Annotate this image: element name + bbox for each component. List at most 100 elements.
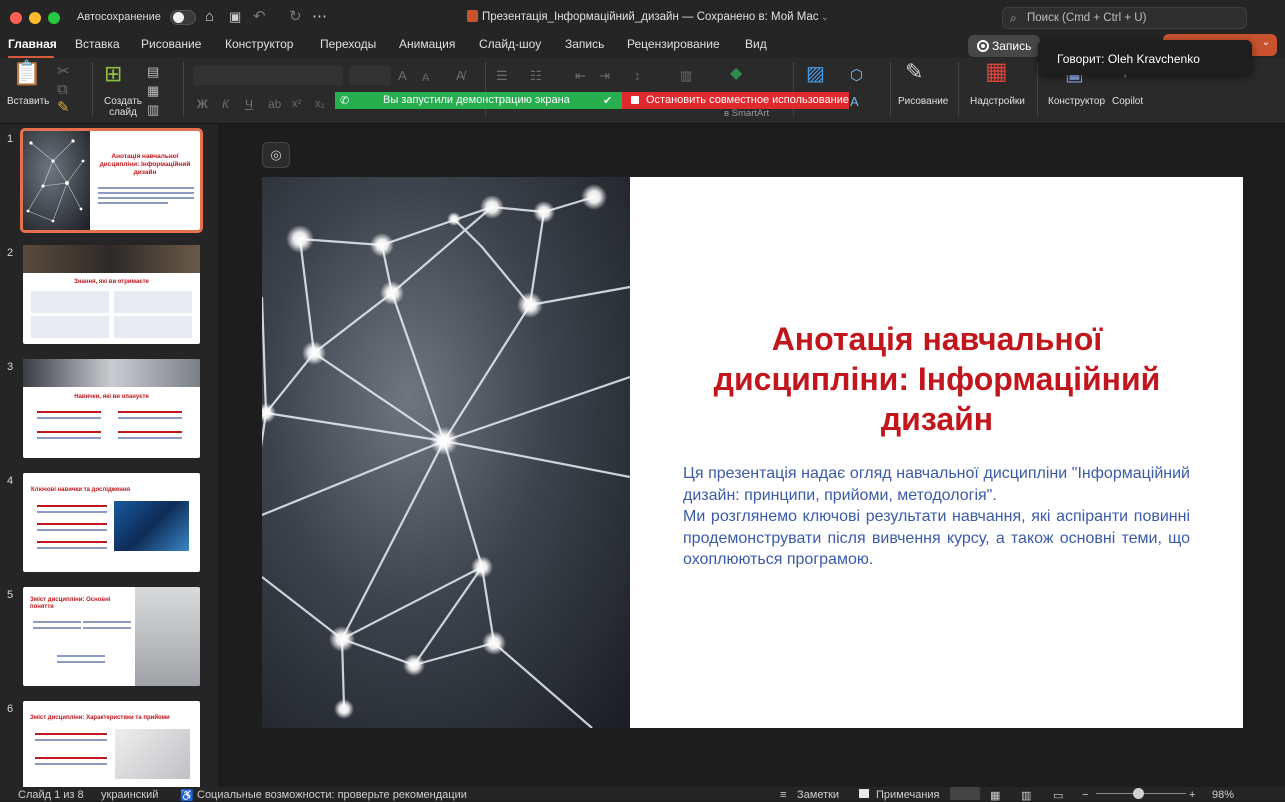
home-icon[interactable]: ⌂ — [205, 8, 214, 26]
addins-label[interactable]: Надстройки — [970, 96, 1025, 107]
search-box[interactable]: ⌕ Поиск (Cmd + Ctrl + U) — [1002, 7, 1247, 29]
underline-icon[interactable]: Ч — [245, 96, 253, 112]
record-button-label: Запись — [992, 39, 1032, 53]
decrease-font-icon[interactable]: A — [422, 70, 429, 86]
tab-record[interactable]: Запись — [565, 37, 604, 51]
stop-sharing-button[interactable]: Остановить совместное использование — [622, 92, 849, 109]
copy-icon[interactable]: ⧉ — [57, 82, 68, 98]
comments-button[interactable]: Примечания — [876, 789, 940, 801]
accessibility-status[interactable]: Социальные возможности: проверьте рекоме… — [197, 789, 467, 801]
ribbon-separator — [183, 62, 184, 116]
stop-sharing-text: Остановить совместное использование — [646, 94, 849, 106]
tab-view[interactable]: Вид — [745, 37, 767, 51]
copilot-suggest-icon[interactable]: ◎ — [262, 142, 290, 168]
zoom-level[interactable]: 98% — [1212, 789, 1234, 801]
addins-icon[interactable]: ▦ — [985, 60, 1008, 84]
drawing-label[interactable]: Рисование — [898, 96, 948, 107]
undo-icon[interactable]: ↶ — [253, 8, 266, 26]
drawing-icon[interactable]: ✎ — [905, 61, 923, 83]
more-icon[interactable]: ⋯ — [312, 8, 327, 26]
screen-share-status[interactable]: ✆ Вы запустили демонстрацию экрана ✔ — [335, 92, 622, 109]
slide-thumbnail-5[interactable]: Зміст дисципліни: Основні поняття — [23, 587, 200, 686]
zoom-in-icon[interactable]: + — [1189, 789, 1195, 801]
zoom-out-icon[interactable]: − — [1082, 789, 1088, 801]
thumbnail-title: Зміст дисципліни: Характеристики та прий… — [30, 715, 170, 721]
layout-icon[interactable]: ▤ — [147, 64, 159, 80]
zoom-slider-thumb[interactable] — [1133, 788, 1144, 799]
picture-icon[interactable]: ▨ — [806, 64, 825, 84]
normal-view-button[interactable] — [950, 787, 980, 800]
columns-icon[interactable]: ▥ — [680, 68, 692, 84]
clear-format-icon[interactable]: A̸ — [456, 68, 465, 84]
chevron-down-icon[interactable]: ⌄ — [818, 12, 829, 22]
notes-button[interactable]: Заметки — [797, 789, 839, 801]
font-size-select[interactable] — [349, 66, 391, 85]
superscript-icon[interactable]: x² — [292, 96, 301, 112]
section-icon[interactable]: ▥ — [147, 102, 159, 118]
language-indicator[interactable]: украинский — [101, 789, 158, 801]
thumbnail-card — [114, 291, 192, 313]
increase-font-icon[interactable]: A — [398, 68, 407, 84]
copilot-label[interactable]: Copilot — [1112, 96, 1143, 107]
smartart-icon[interactable]: ◆ — [730, 66, 742, 82]
slide-thumbnail-4[interactable]: Ключові навички та дослідження — [23, 473, 200, 572]
decrease-indent-icon[interactable]: ⇤ — [575, 68, 586, 84]
slide-sorter-icon[interactable]: ▦ — [990, 789, 1000, 802]
clipboard-icon[interactable]: 📋 — [12, 62, 42, 86]
font-family-select[interactable] — [193, 66, 343, 85]
thumbnail-title: Анотація навчальної дисципліни: Інформац… — [99, 153, 191, 176]
slide-thumbnail-1[interactable]: Анотація навчальної дисципліни: Інформац… — [20, 128, 203, 233]
tab-review[interactable]: Рецензирование — [627, 37, 720, 51]
increase-indent-icon[interactable]: ⇥ — [599, 68, 610, 84]
italic-icon[interactable]: К — [222, 96, 229, 112]
strikethrough-icon[interactable]: ab — [268, 96, 281, 112]
new-slide-label[interactable]: Создать слайд — [101, 96, 145, 118]
paste-label[interactable]: Вставить — [7, 96, 49, 107]
slide-thumbnail-2[interactable]: Знання, які ви отримаєте — [23, 245, 200, 344]
bullets-icon[interactable]: ☰ — [496, 68, 508, 84]
thumbnail-text-line — [35, 757, 107, 759]
cut-icon[interactable]: ✂ — [57, 64, 70, 80]
slide-body-text[interactable]: Ця презентація надає огляд навчальної ди… — [683, 463, 1190, 571]
tab-insert[interactable]: Вставка — [75, 37, 120, 51]
close-window-button[interactable] — [10, 12, 22, 24]
autosave-toggle[interactable] — [170, 10, 196, 25]
bold-icon[interactable]: Ж — [197, 96, 208, 112]
minimize-window-button[interactable] — [29, 12, 41, 24]
line-spacing-icon[interactable]: ↕ — [634, 68, 641, 84]
tab-slideshow[interactable]: Слайд-шоу — [479, 37, 541, 51]
current-slide[interactable]: Анотація навчальної дисципліни: Інформац… — [262, 177, 1243, 728]
subscript-icon[interactable]: x₂ — [315, 96, 325, 112]
record-button[interactable]: Запись — [968, 35, 1040, 57]
notes-icon[interactable]: ≡ — [780, 789, 786, 801]
tab-animations[interactable]: Анимация — [399, 37, 455, 51]
tab-transitions[interactable]: Переходы — [320, 37, 376, 51]
thumbnail-text-line — [98, 202, 168, 204]
format-painter-icon[interactable]: ✎ — [57, 100, 70, 116]
tab-draw[interactable]: Рисование — [141, 37, 201, 51]
slideshow-icon[interactable]: ▭ — [1053, 789, 1063, 802]
reset-icon[interactable]: ▦ — [147, 83, 159, 99]
slide-thumbnail-3[interactable]: Навички, які ви опануєте — [23, 359, 200, 458]
tab-home[interactable]: Главная — [8, 37, 57, 51]
accessibility-icon[interactable]: ♿ — [180, 789, 194, 802]
save-icon[interactable]: ▣ — [229, 8, 241, 26]
redo-icon[interactable]: ↻ — [289, 8, 302, 26]
thumbnail-title: Зміст дисципліни: Основні поняття — [30, 597, 111, 610]
textbox-icon[interactable]: A — [850, 94, 859, 110]
thumbnail-text-line — [118, 411, 182, 413]
zoom-window-button[interactable] — [48, 12, 60, 24]
search-icon: ⌕ — [1010, 11, 1017, 25]
thumbnail-image — [23, 131, 90, 230]
shapes-icon[interactable]: ⬡ — [850, 68, 863, 84]
new-slide-icon[interactable]: ⊞ — [104, 63, 122, 85]
numbering-icon[interactable]: ☷ — [530, 68, 542, 84]
slide-title[interactable]: Анотація навчальної дисципліни: Інформац… — [682, 319, 1192, 439]
phone-icon: ✆ — [340, 95, 350, 107]
thumbnail-text-line — [37, 417, 101, 419]
comments-icon[interactable] — [859, 789, 869, 798]
reading-view-icon[interactable]: ▥ — [1021, 789, 1031, 802]
tab-design[interactable]: Конструктор — [225, 37, 293, 51]
slide-thumbnail-6[interactable]: Зміст дисципліни: Характеристики та прий… — [23, 701, 200, 800]
designer-label[interactable]: Конструктор — [1048, 96, 1105, 107]
